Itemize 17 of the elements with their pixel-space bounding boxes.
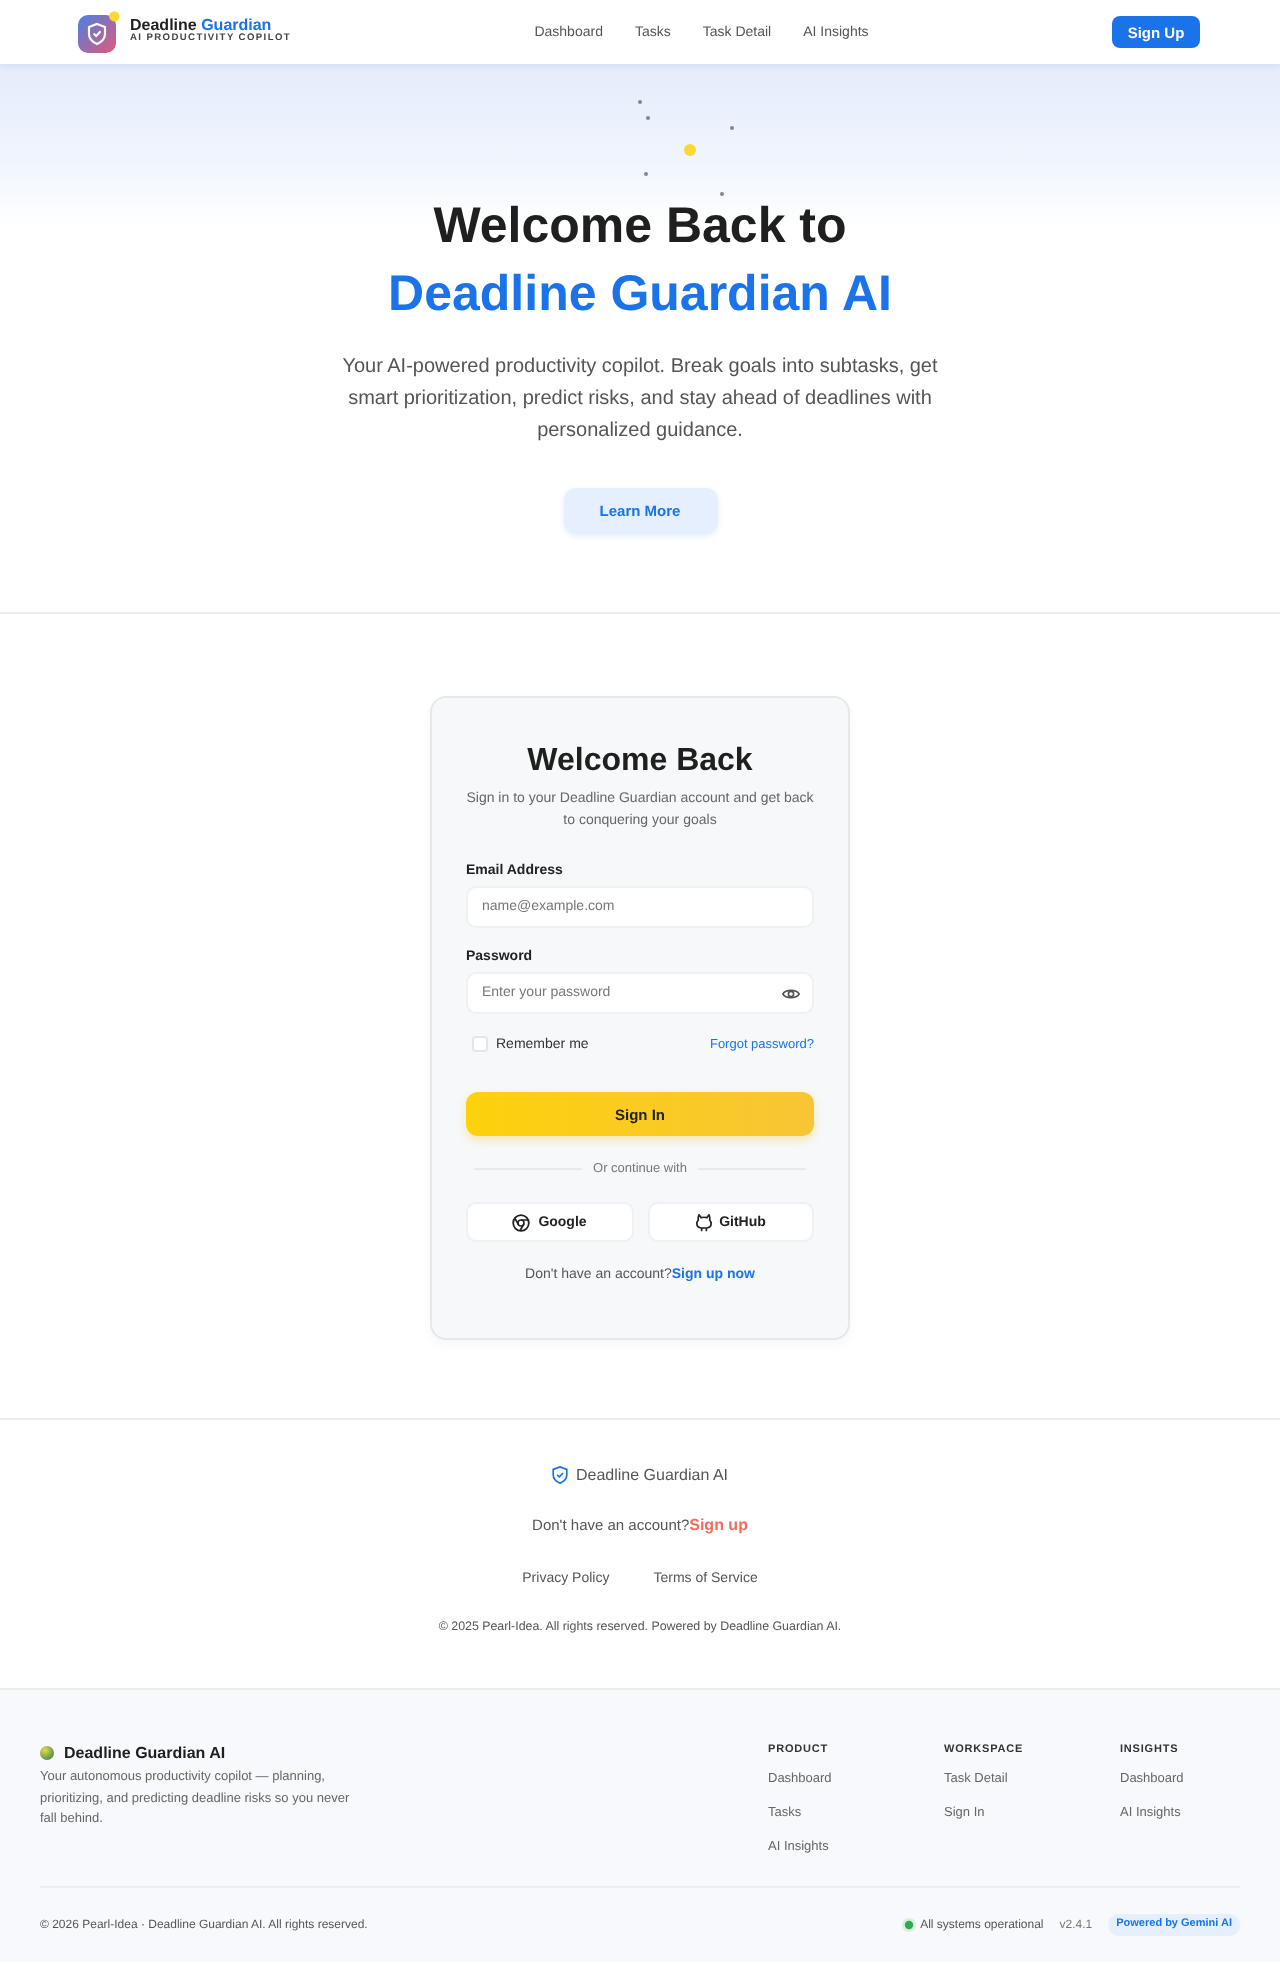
sign-up-link[interactable]: Sign up <box>689 1516 748 1534</box>
cat-head-icon <box>695 1213 712 1231</box>
shield-icon <box>551 1465 568 1483</box>
dot-icon <box>684 144 696 156</box>
logo-dot-icon <box>40 1745 54 1759</box>
eye-icon[interactable] <box>782 987 800 999</box>
hero-title-highlight: Deadline Guardian AI <box>388 266 892 322</box>
aperture-icon <box>512 1213 531 1231</box>
footer-brand-name: Deadline Guardian AI <box>64 1743 226 1761</box>
status-dot-icon <box>902 1918 917 1932</box>
brand-name: Deadline Guardian <box>130 18 272 35</box>
card-title: Welcome Back <box>525 742 755 782</box>
checkbox[interactable] <box>472 1036 488 1052</box>
logo-icon[interactable] <box>78 10 122 54</box>
hero-title: Welcome Back to <box>433 198 847 254</box>
footer-brand-name: Deadline Guardian AI <box>575 1465 729 1483</box>
hero-description: Your AI-powered productivity copilot. Break goals into subtasks, get smart prioritization, predict risks, and stay ahead of deadlines with personalized guidance. <box>340 354 940 446</box>
